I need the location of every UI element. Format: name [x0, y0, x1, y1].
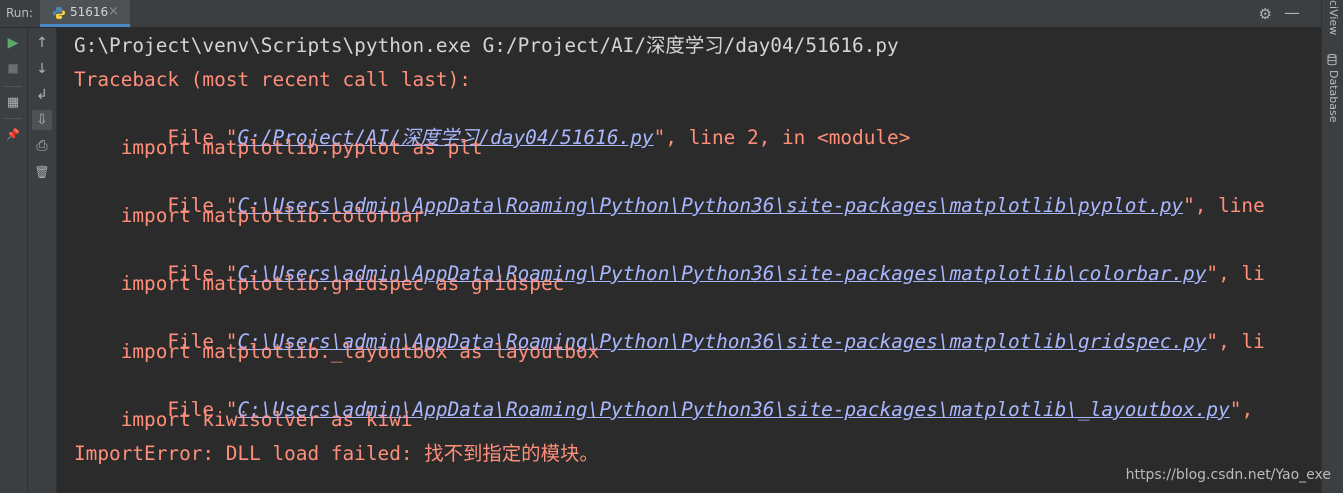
- scroll-to-end-icon[interactable]: ⇩: [32, 110, 52, 130]
- pin-icon[interactable]: 📌: [3, 124, 23, 144]
- up-arrow-icon[interactable]: ↑: [32, 33, 52, 53]
- layout-icon[interactable]: ▦: [3, 92, 23, 112]
- frame-code: import matplotlib.gridspec as gridspec: [74, 272, 565, 295]
- run-label: Run:: [6, 6, 34, 20]
- traceback-header: Traceback (most recent call last):: [74, 68, 471, 91]
- database-tab[interactable]: Database: [1327, 70, 1340, 123]
- stop-icon[interactable]: ■: [3, 58, 23, 78]
- right-tool-strip: ciView Database: [1321, 0, 1343, 493]
- frame-code: import matplotlib._layoutbox as layoutbo…: [74, 340, 600, 363]
- frame-suffix: ",: [1229, 398, 1254, 421]
- command-line: G:\Project\venv\Scripts\python.exe G:/Pr…: [74, 34, 899, 57]
- run-tab-label: 51616: [70, 5, 109, 19]
- database-icon: [1327, 54, 1337, 66]
- import-error-message: ImportError: DLL load failed: 找不到指定的模块。: [74, 442, 599, 465]
- frame-code: import matplotlib.colorbar: [74, 204, 425, 227]
- run-actions-toolbar: ▶ ■ ▦ 📌: [0, 28, 28, 493]
- frame-suffix: ", li: [1206, 330, 1265, 353]
- watermark: https://blog.csdn.net/Yao_exe: [1125, 467, 1331, 483]
- down-arrow-icon[interactable]: ↓: [32, 59, 52, 79]
- frame-code: import matplotlib.pyplot as plt: [74, 136, 483, 159]
- run-tool-window: Run: 51616 × ⚙ — ▶ ■ ▦ 📌 ↑ ↓ ↲ ⇩ ⎙ 🗑 G:\…: [0, 0, 1343, 493]
- soft-wrap-icon[interactable]: ↲: [32, 85, 52, 105]
- print-icon[interactable]: ⎙: [32, 136, 52, 156]
- close-tab-icon[interactable]: ×: [108, 4, 119, 19]
- run-tab-bar: Run: 51616 × ⚙ —: [0, 0, 1322, 28]
- toolbar-separator: [4, 118, 22, 119]
- python-icon: [53, 7, 65, 19]
- frame-suffix: ", li: [1206, 262, 1265, 285]
- console-actions-toolbar: ↑ ↓ ↲ ⇩ ⎙ 🗑: [28, 28, 57, 493]
- sciview-tab[interactable]: ciView: [1327, 0, 1340, 35]
- frame-suffix: ", line: [1183, 194, 1265, 217]
- rerun-icon[interactable]: ▶: [3, 33, 23, 53]
- frame-suffix: ", line 2, in <module>: [653, 126, 911, 149]
- toolbar-separator: [4, 86, 22, 87]
- console-output[interactable]: G:\Project\venv\Scripts\python.exe G:/Pr…: [57, 28, 1321, 493]
- minimize-icon[interactable]: —: [1284, 3, 1300, 22]
- trash-icon[interactable]: 🗑: [32, 162, 52, 182]
- run-tab-51616[interactable]: 51616 ×: [40, 0, 130, 27]
- frame-code: import kiwisolver as kiwi: [74, 408, 413, 431]
- gear-icon[interactable]: ⚙: [1259, 5, 1272, 23]
